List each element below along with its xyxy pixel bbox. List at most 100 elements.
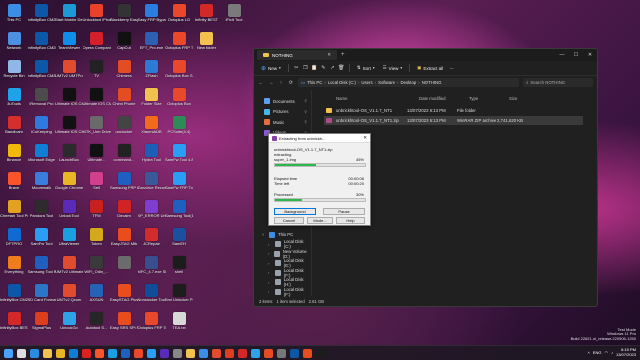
desktop-icon[interactable]: 3uTools xyxy=(1,86,27,114)
desktop-icon[interactable]: SamFw Tool xyxy=(29,226,55,254)
desktop-icon[interactable]: LaunchBox xyxy=(56,142,82,170)
desktop-icon[interactable]: CapCut xyxy=(111,30,137,58)
desktop-icon[interactable]: Token xyxy=(84,226,110,254)
taskbar-app-icon[interactable] xyxy=(251,348,260,358)
desktop-icon[interactable]: UMTv2 UMTPro... xyxy=(55,58,83,86)
taskbar-app-icon[interactable] xyxy=(108,348,117,358)
desktop-icon[interactable]: SamFw FRP Tool 1.0 xyxy=(165,170,193,198)
sidebar-item[interactable]: ˅ This PC xyxy=(254,230,311,240)
desktop-icon[interactable]: Microsoft Edge xyxy=(28,142,55,170)
file-row[interactable]: unbrickhtool-OS_V1.1.7_NT1.zip 13/07/2023… xyxy=(324,116,583,125)
chevron-icon[interactable]: › xyxy=(268,270,272,275)
taskbar-app-icon[interactable] xyxy=(225,348,234,358)
desktop-icon[interactable]: Google Chrome xyxy=(55,170,83,198)
sidebar-item[interactable]: › Local Disk (F:) xyxy=(254,268,311,278)
desktop-icon[interactable]: Pandora Tool xyxy=(29,198,55,226)
desktop-icon[interactable]: Ultimate iOS CMS2P2_fw xyxy=(55,114,83,142)
desktop-icon[interactable]: TeamViewer xyxy=(56,30,82,58)
chevron-icon[interactable]: › xyxy=(268,280,272,285)
file-row[interactable]: unbrickhtool-OS_V1.1.7_NT1 13/07/2023 6:1… xyxy=(324,106,583,115)
desktop-icon[interactable]: New folder xyxy=(194,30,220,58)
desktop-icon[interactable]: EasySTAG Plus xyxy=(110,282,138,310)
desktop-icon[interactable]: Opera Companion xyxy=(83,30,111,58)
language-indicator[interactable]: ENG xyxy=(593,350,602,355)
desktop-icon[interactable]: Chimera xyxy=(111,58,137,86)
minimize-button[interactable]: — xyxy=(555,49,569,61)
taskbar-app-icon[interactable] xyxy=(82,348,91,358)
desktop-icon[interactable]: Samsung FRP Helper xyxy=(110,170,138,198)
chevron-up-icon[interactable]: ˄ xyxy=(587,350,589,355)
background-button[interactable]: Background xyxy=(274,208,316,215)
desktop-icon[interactable]: Everything xyxy=(1,254,27,282)
desktop-icon[interactable]: SigmaPlus xyxy=(29,310,55,338)
desktop-icon[interactable]: Octoplus FRP Tool xyxy=(138,310,166,338)
close-tab-icon[interactable]: ✕ xyxy=(327,52,331,58)
desktop-icon[interactable]: Unlocktool iPhone xyxy=(83,2,111,30)
desktop-icon[interactable]: Octoplus LG xyxy=(166,2,192,30)
sidebar-item[interactable]: › Local Disk (H:) xyxy=(254,277,311,287)
desktop-icon[interactable]: EFT_Pro.exe xyxy=(139,30,165,58)
desktop-icon[interactable]: Network xyxy=(1,30,27,58)
desktop-icon[interactable]: InfinityBox CM2MT2 xyxy=(28,30,56,58)
close-window-button[interactable]: ✕ xyxy=(583,49,597,61)
refresh-icon[interactable]: ⟳ xyxy=(288,80,294,86)
delete-icon[interactable]: 🗑 xyxy=(338,65,345,72)
desktop-icon[interactable]: Easy FRP Bypass xyxy=(138,2,166,30)
chevron-icon[interactable]: › xyxy=(268,261,272,266)
tab-nothing[interactable]: NOTHING ✕ xyxy=(257,50,337,60)
maximize-button[interactable]: ☐ xyxy=(569,49,583,61)
rename-icon[interactable]: ✎ xyxy=(320,65,327,72)
desktop-icon[interactable]: Samsung Tool PRO xyxy=(28,254,56,282)
desktop-icon[interactable]: command... xyxy=(111,142,137,170)
breadcrumb-segment[interactable]: Local Disk (C:) xyxy=(328,80,356,85)
cancel-button[interactable]: Cancel xyxy=(274,217,304,224)
desktop-icon[interactable]: Moorewalk xyxy=(29,170,55,198)
desktop-icon[interactable]: shell xyxy=(166,254,192,282)
chevron-icon[interactable]: › xyxy=(268,242,272,247)
desktop-icon[interactable]: EasyJTAG Mtk xyxy=(111,226,137,254)
sidebar-item[interactable]: Documents ⚲ xyxy=(254,96,311,107)
cut-icon[interactable]: ✂ xyxy=(293,65,300,72)
desktop-icon[interactable]: Samsung Tool(1.4) xyxy=(165,198,193,226)
clock[interactable]: 6:15 PM 13/07/2023 xyxy=(616,347,636,357)
wifi-icon[interactable]: ◠ xyxy=(604,350,608,355)
desktop-icon[interactable]: SamFw Tool 4.8 xyxy=(165,142,193,170)
column-date[interactable]: Date modified xyxy=(419,96,446,101)
sidebar-item[interactable]: Music ⚲ xyxy=(254,117,311,128)
desktop-icon[interactable]: This PC xyxy=(1,2,27,30)
close-dialog-icon[interactable]: ✕ xyxy=(363,135,367,141)
help-button[interactable]: Help xyxy=(336,217,365,224)
desktop-icon[interactable]: Infinity BEST xyxy=(194,2,220,30)
breadcrumb[interactable]: ▭ This PC › Local Disk (C:) › Users › Software… xyxy=(298,78,519,87)
sidebar-item[interactable]: Pictures ⚲ xyxy=(254,107,311,118)
desktop-icon[interactable] xyxy=(111,254,137,282)
desktop-icon[interactable]: Binance xyxy=(1,142,27,170)
taskbar-app-icon[interactable] xyxy=(56,348,65,358)
desktop-icon[interactable]: ZFlash xyxy=(139,58,165,86)
pause-button[interactable]: Pause xyxy=(323,208,365,215)
desktop-icon[interactable]: iRemoval Pro xyxy=(29,86,55,114)
desktop-icon[interactable]: Brave xyxy=(1,170,27,198)
taskbar-app-icon[interactable] xyxy=(290,348,299,358)
desktop-icon[interactable]: Octoplus Box xyxy=(166,86,192,114)
start-icon[interactable] xyxy=(4,348,13,358)
desktop-icon[interactable]: ZonaVue Recovery xyxy=(138,170,166,198)
breadcrumb-segment[interactable]: This PC xyxy=(307,80,322,85)
desktop-icon[interactable]: Folder Size xyxy=(139,86,165,114)
back-icon[interactable]: ← xyxy=(258,80,264,86)
desktop-icon[interactable]: Easy SRS SPi Flasher xyxy=(110,310,138,338)
desktop-icon[interactable]: iFixIt Tool xyxy=(221,2,247,30)
desktop-icon[interactable]: unclocker xyxy=(111,114,137,142)
forward-icon[interactable]: → xyxy=(268,80,274,86)
desktop-icon[interactable]: PCSuite(4.4) xyxy=(166,114,192,142)
chevron-icon[interactable]: › xyxy=(268,251,271,256)
desktop-icon[interactable]: Start Mobile Device Tool xyxy=(55,2,83,30)
desktop-icon[interactable]: UltraViewer xyxy=(56,226,82,254)
chevron-icon[interactable]: › xyxy=(268,289,272,294)
sidebar-item[interactable]: › Local Disk (C:) xyxy=(254,239,311,249)
desktop-icon[interactable]: UnlockGo xyxy=(56,310,82,338)
taskbar-app-icon[interactable] xyxy=(30,348,39,358)
breadcrumb-segment[interactable]: Desktop xyxy=(400,80,416,85)
desktop-icon[interactable]: Decaim xyxy=(111,198,137,226)
taskbar-app-icon[interactable] xyxy=(134,348,143,358)
